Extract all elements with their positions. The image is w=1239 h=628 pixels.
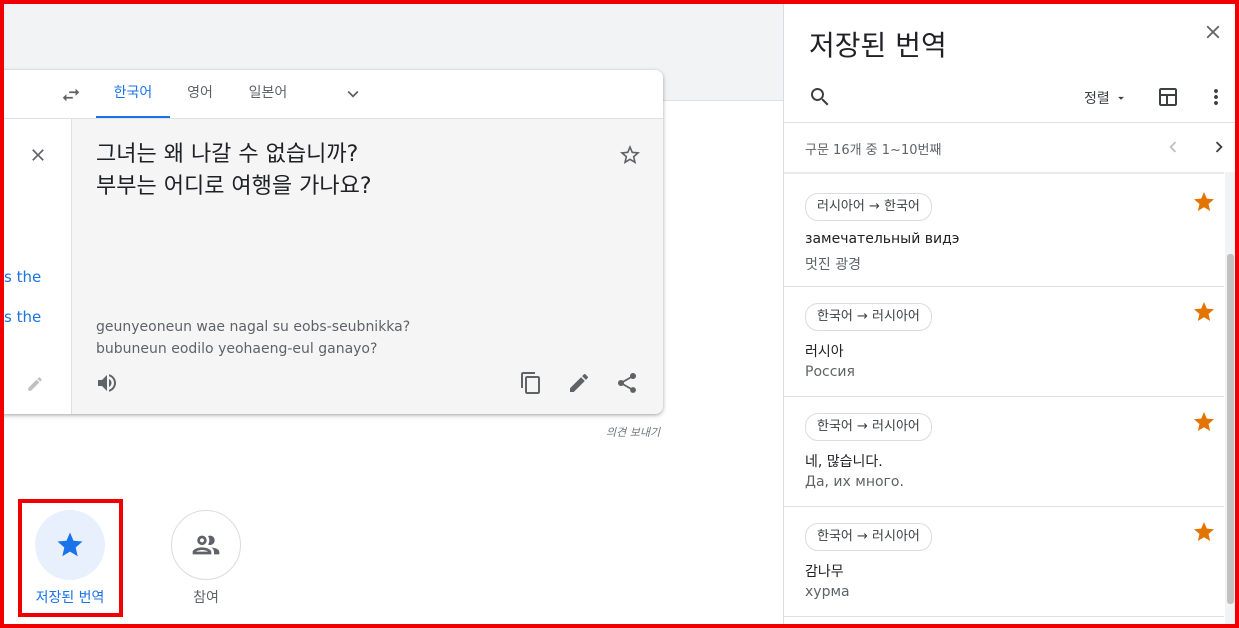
saved-translation-text: Да, их много. bbox=[805, 474, 904, 490]
tab-japanese[interactable]: 일본어 bbox=[240, 70, 296, 118]
star-outline-icon[interactable] bbox=[618, 143, 642, 167]
saved-item[interactable]: 한국어 → 러시아어 러시아 Россия bbox=[784, 286, 1224, 397]
community-circle[interactable] bbox=[171, 510, 241, 580]
language-pair-badge: 한국어 → 러시아어 bbox=[805, 303, 932, 331]
sort-dropdown[interactable]: 정렬 bbox=[1084, 88, 1128, 108]
scrollbar-thumb[interactable] bbox=[1227, 254, 1234, 604]
language-pair-badge: 러시아어 → 한국어 bbox=[805, 193, 932, 221]
source-panel: s the s the bbox=[0, 119, 72, 414]
close-icon[interactable] bbox=[1202, 21, 1224, 43]
star-filled-icon[interactable] bbox=[1192, 410, 1216, 434]
community-button[interactable]: 참여 bbox=[170, 510, 242, 607]
panel-title: 저장된 번역 bbox=[809, 29, 947, 62]
romanization-line: bubuneun eodilo yeohaeng-eul ganayo? bbox=[96, 341, 378, 357]
saved-translations-panel: 저장된 번역 정렬 구문 16개 중 1~10번째 러시아어 → 한국어 зам… bbox=[783, 4, 1236, 624]
translation-output: 그녀는 왜 나갈 수 없습니까? 부부는 어디로 여행을 가나요? bbox=[96, 139, 372, 203]
chevron-right-icon[interactable] bbox=[1208, 136, 1230, 158]
tab-korean[interactable]: 한국어 bbox=[96, 70, 170, 118]
share-icon[interactable] bbox=[615, 371, 639, 395]
divider bbox=[784, 122, 1236, 123]
edit-icon[interactable] bbox=[567, 371, 591, 395]
saved-item[interactable]: 한국어 → 러시아어 감나무 хурма bbox=[784, 506, 1224, 617]
caret-down-icon bbox=[1117, 96, 1124, 100]
romanization: geunyeoneun wae nagal su eobs-seubnikka?… bbox=[96, 316, 410, 360]
saved-source-text: 감나무 bbox=[805, 564, 844, 580]
edit-icon[interactable] bbox=[26, 375, 44, 393]
pagination-count: 구문 16개 중 1~10번째 bbox=[805, 143, 942, 158]
saved-source-text: замечательный видэ bbox=[805, 231, 960, 247]
saved-translation-text: Россия bbox=[805, 364, 855, 380]
copy-icon[interactable] bbox=[519, 371, 543, 395]
chevron-left-icon[interactable] bbox=[1162, 136, 1184, 158]
highlight-box bbox=[18, 499, 123, 617]
speaker-icon[interactable] bbox=[95, 371, 119, 395]
chevron-down-icon[interactable] bbox=[342, 83, 364, 105]
send-feedback-link[interactable]: 의견 보내기 bbox=[606, 424, 660, 440]
clear-source-icon[interactable] bbox=[28, 145, 48, 165]
language-bar: 한국어 영어 일본어 bbox=[0, 70, 663, 119]
star-filled-icon[interactable] bbox=[1192, 520, 1216, 544]
source-text-line: s the bbox=[4, 308, 42, 326]
saved-translation-text: 멋진 광경 bbox=[805, 257, 861, 273]
spreadsheet-icon[interactable] bbox=[1156, 85, 1180, 109]
star-filled-icon[interactable] bbox=[1192, 300, 1216, 324]
sort-label: 정렬 bbox=[1084, 91, 1110, 107]
saved-translation-text: хурма bbox=[805, 584, 850, 600]
output-line: 그녀는 왜 나갈 수 없습니까? bbox=[96, 142, 359, 167]
search-icon[interactable] bbox=[808, 85, 832, 109]
source-text-line: s the bbox=[4, 268, 42, 286]
language-pair-badge: 한국어 → 러시아어 bbox=[805, 413, 932, 441]
saved-item[interactable]: 러시아어 → 한국어 замечательный видэ 멋진 광경 bbox=[784, 176, 1224, 287]
output-line: 부부는 어디로 여행을 가나요? bbox=[96, 174, 372, 199]
star-filled-icon[interactable] bbox=[1192, 190, 1216, 214]
language-pair-badge: 한국어 → 러시아어 bbox=[805, 523, 932, 551]
more-vert-icon[interactable] bbox=[1204, 85, 1228, 109]
output-panel: 그녀는 왜 나갈 수 없습니까? 부부는 어디로 여행을 가나요? geunye… bbox=[72, 119, 663, 414]
saved-item[interactable]: 한국어 → 러시아어 네, 많습니다. Да, их много. bbox=[784, 396, 1224, 507]
romanization-line: geunyeoneun wae nagal su eobs-seubnikka? bbox=[96, 319, 411, 335]
saved-source-text: 네, 많습니다. bbox=[805, 454, 883, 470]
community-label: 참여 bbox=[193, 590, 219, 606]
translate-card: 한국어 영어 일본어 s the s the 그녀는 왜 나갈 수 없습니까? … bbox=[0, 70, 663, 414]
tab-english[interactable]: 영어 bbox=[180, 70, 220, 118]
list-divider bbox=[784, 172, 1224, 174]
swap-languages-icon[interactable] bbox=[60, 84, 82, 106]
people-icon bbox=[192, 535, 220, 555]
saved-source-text: 러시아 bbox=[805, 344, 844, 360]
